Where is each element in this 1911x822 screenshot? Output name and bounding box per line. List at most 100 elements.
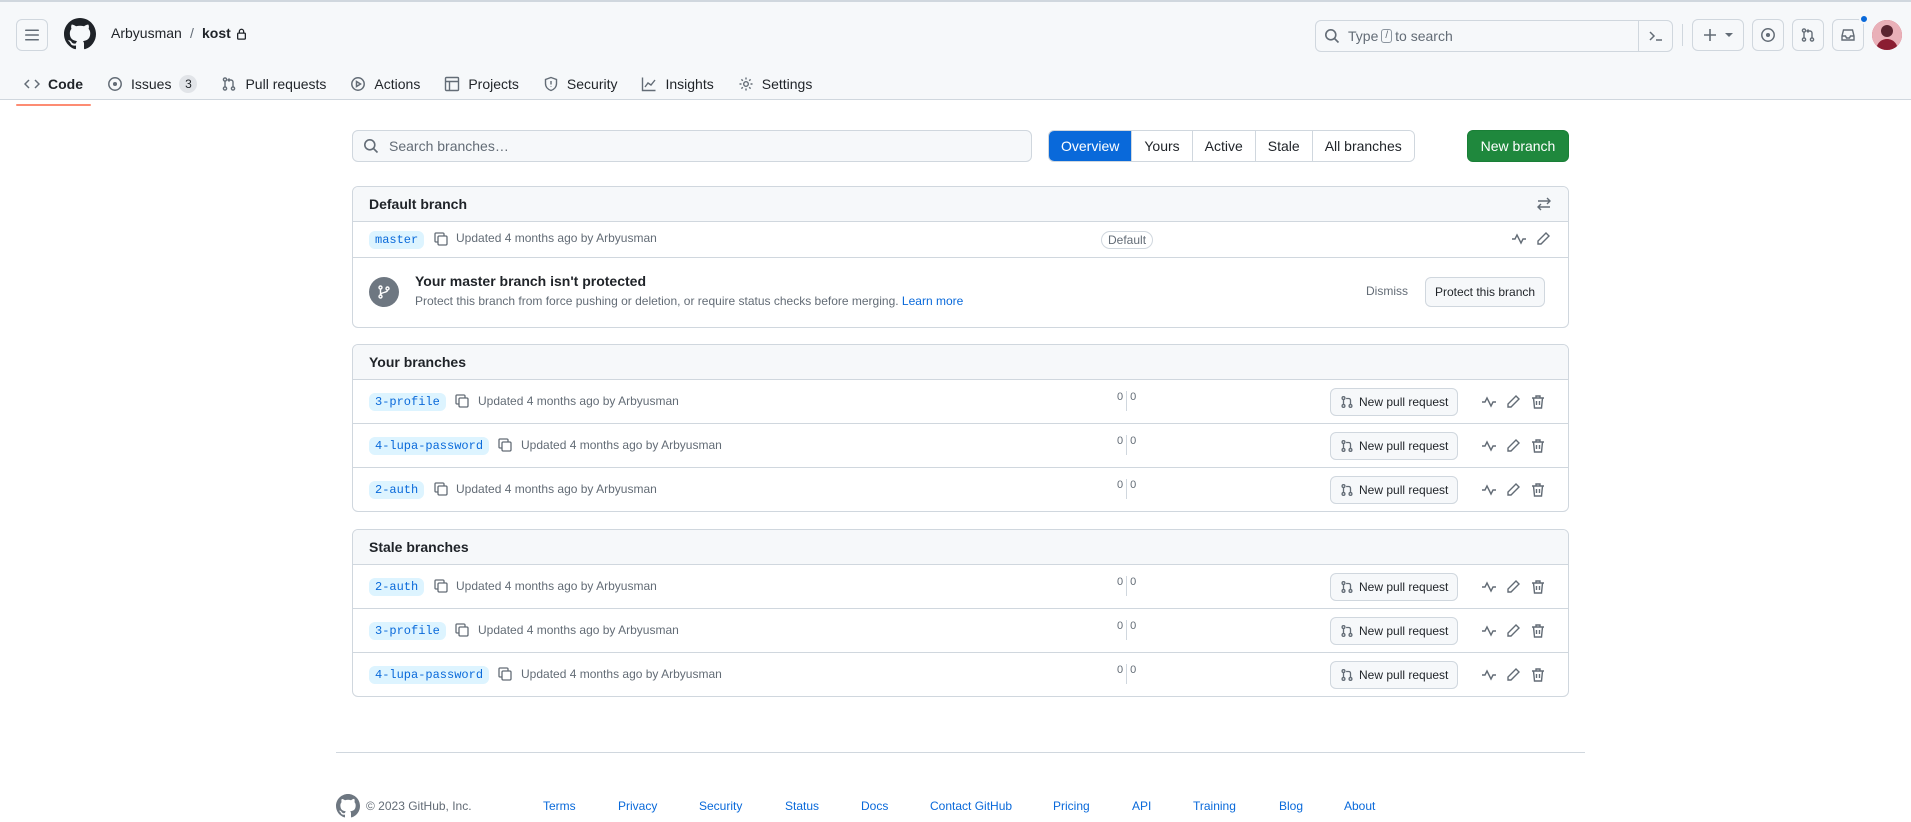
ahead-behind-counter: 00 [1117,664,1136,684]
activity-icon[interactable] [1511,231,1527,247]
tab-insights[interactable]: Insights [633,68,721,100]
hamburger-icon [25,29,39,41]
code-icon [24,79,40,89]
edit-pencil-icon[interactable] [1505,579,1521,595]
edit-pencil-icon[interactable] [1535,231,1551,247]
new-pull-request-button[interactable]: New pull request [1330,388,1459,416]
copy-icon[interactable] [497,666,513,682]
branch-name-link[interactable]: master [369,231,425,249]
footer-link-terms[interactable]: Terms [543,799,576,813]
footer-link-training[interactable]: Training [1193,799,1236,813]
switch-default-branch-icon[interactable] [1536,196,1552,212]
filter-yours[interactable]: Yours [1131,131,1192,161]
activity-icon[interactable] [1481,579,1497,595]
search-shortcut-key: / [1381,29,1393,43]
trash-icon[interactable] [1530,482,1546,498]
branch-name-link[interactable]: 3-profile [369,622,446,640]
new-pull-request-button[interactable]: New pull request [1330,476,1459,504]
new-pull-request-button[interactable]: New pull request [1330,573,1459,601]
footer-link-security[interactable]: Security [699,799,742,813]
tab-security-label: Security [566,76,618,92]
copy-icon[interactable] [433,231,449,247]
new-pull-request-label: New pull request [1359,483,1449,497]
edit-pencil-icon[interactable] [1505,667,1521,683]
activity-icon[interactable] [1481,667,1497,683]
filter-all-branches[interactable]: All branches [1311,131,1414,161]
footer-link-status[interactable]: Status [785,799,819,813]
branch-name-link[interactable]: 3-profile [369,393,446,411]
footer-link-api[interactable]: API [1132,799,1151,813]
filter-active[interactable]: Active [1191,131,1255,161]
stale-branches-box: Stale branches 2-auth Updated 4 months a… [352,529,1569,697]
edit-pencil-icon[interactable] [1505,623,1521,639]
edit-pencil-icon[interactable] [1505,438,1521,454]
command-palette-icon[interactable] [1648,28,1664,44]
footer-link-about[interactable]: About [1344,799,1375,813]
copy-icon[interactable] [497,437,513,453]
tab-pull-requests[interactable]: Pull requests [213,68,334,100]
lock-icon [236,28,247,40]
copy-icon[interactable] [454,622,470,638]
new-pull-request-button[interactable]: New pull request [1330,617,1459,645]
trash-icon[interactable] [1530,394,1546,410]
avatar[interactable] [1872,20,1902,50]
git-pull-request-icon [1341,484,1353,496]
activity-icon[interactable] [1481,623,1497,639]
behind-count: 0 [1117,620,1124,632]
dismiss-link[interactable]: Dismiss [1366,284,1408,298]
menu-button[interactable] [16,19,48,51]
trash-icon[interactable] [1530,623,1546,639]
ahead-count: 0 [1130,620,1137,632]
branch-search-input[interactable]: Search branches… [352,130,1032,162]
protection-notice: Your master branch isn't protected Prote… [353,258,1568,327]
git-pull-request-icon [1341,396,1353,408]
tab-projects[interactable]: Projects [436,68,527,100]
github-footer-logo-icon[interactable] [336,794,360,818]
activity-icon[interactable] [1481,438,1497,454]
edit-pencil-icon[interactable] [1505,394,1521,410]
new-pull-request-button[interactable]: New pull request [1330,661,1459,689]
your-branches-box: Your branches 3-profile Updated 4 months… [352,344,1569,512]
breadcrumb-owner[interactable]: Arbyusman [111,25,182,41]
branch-name-link[interactable]: 2-auth [369,578,425,596]
branch-meta: Updated 4 months ago by Arbyusman [456,482,657,496]
git-branch-icon [369,277,399,307]
footer-link-privacy[interactable]: Privacy [618,799,657,813]
breadcrumb-repo[interactable]: kost [202,25,231,41]
pull-requests-button[interactable] [1792,19,1824,51]
git-pull-request-icon [1341,581,1353,593]
trash-icon[interactable] [1530,438,1546,454]
issues-button[interactable] [1752,19,1784,51]
branch-row: 4-lupa-password Updated 4 months ago by … [353,653,1568,696]
edit-pencil-icon[interactable] [1505,482,1521,498]
tab-code[interactable]: Code [16,68,91,106]
github-logo-icon[interactable] [64,18,96,50]
branch-name-link[interactable]: 2-auth [369,481,425,499]
copy-icon[interactable] [454,393,470,409]
protect-branch-button[interactable]: Protect this branch [1425,277,1546,307]
activity-icon[interactable] [1481,394,1497,410]
tab-security[interactable]: Security [535,68,626,100]
tab-actions[interactable]: Actions [342,68,428,100]
footer-link-pricing[interactable]: Pricing [1053,799,1090,813]
inbox-button[interactable] [1832,14,1869,51]
tab-settings[interactable]: Settings [730,68,821,100]
activity-icon[interactable] [1481,482,1497,498]
branch-name-link[interactable]: 4-lupa-password [369,666,490,684]
copy-icon[interactable] [433,578,449,594]
footer-link-docs[interactable]: Docs [861,799,888,813]
trash-icon[interactable] [1530,579,1546,595]
footer-link-blog[interactable]: Blog [1279,799,1303,813]
branch-name-link[interactable]: 4-lupa-password [369,437,490,455]
tab-issues[interactable]: Issues 3 [99,68,205,100]
filter-stale[interactable]: Stale [1254,131,1312,161]
trash-icon[interactable] [1530,667,1546,683]
new-pull-request-button[interactable]: New pull request [1330,432,1459,460]
filter-overview[interactable]: Overview [1049,131,1132,161]
create-new-button[interactable] [1692,19,1744,51]
new-branch-button[interactable]: New branch [1467,130,1569,162]
global-search-input[interactable]: Type / to search [1315,20,1673,52]
copy-icon[interactable] [433,481,449,497]
learn-more-link[interactable]: Learn more [902,294,963,308]
footer-link-contact[interactable]: Contact GitHub [930,799,1012,813]
